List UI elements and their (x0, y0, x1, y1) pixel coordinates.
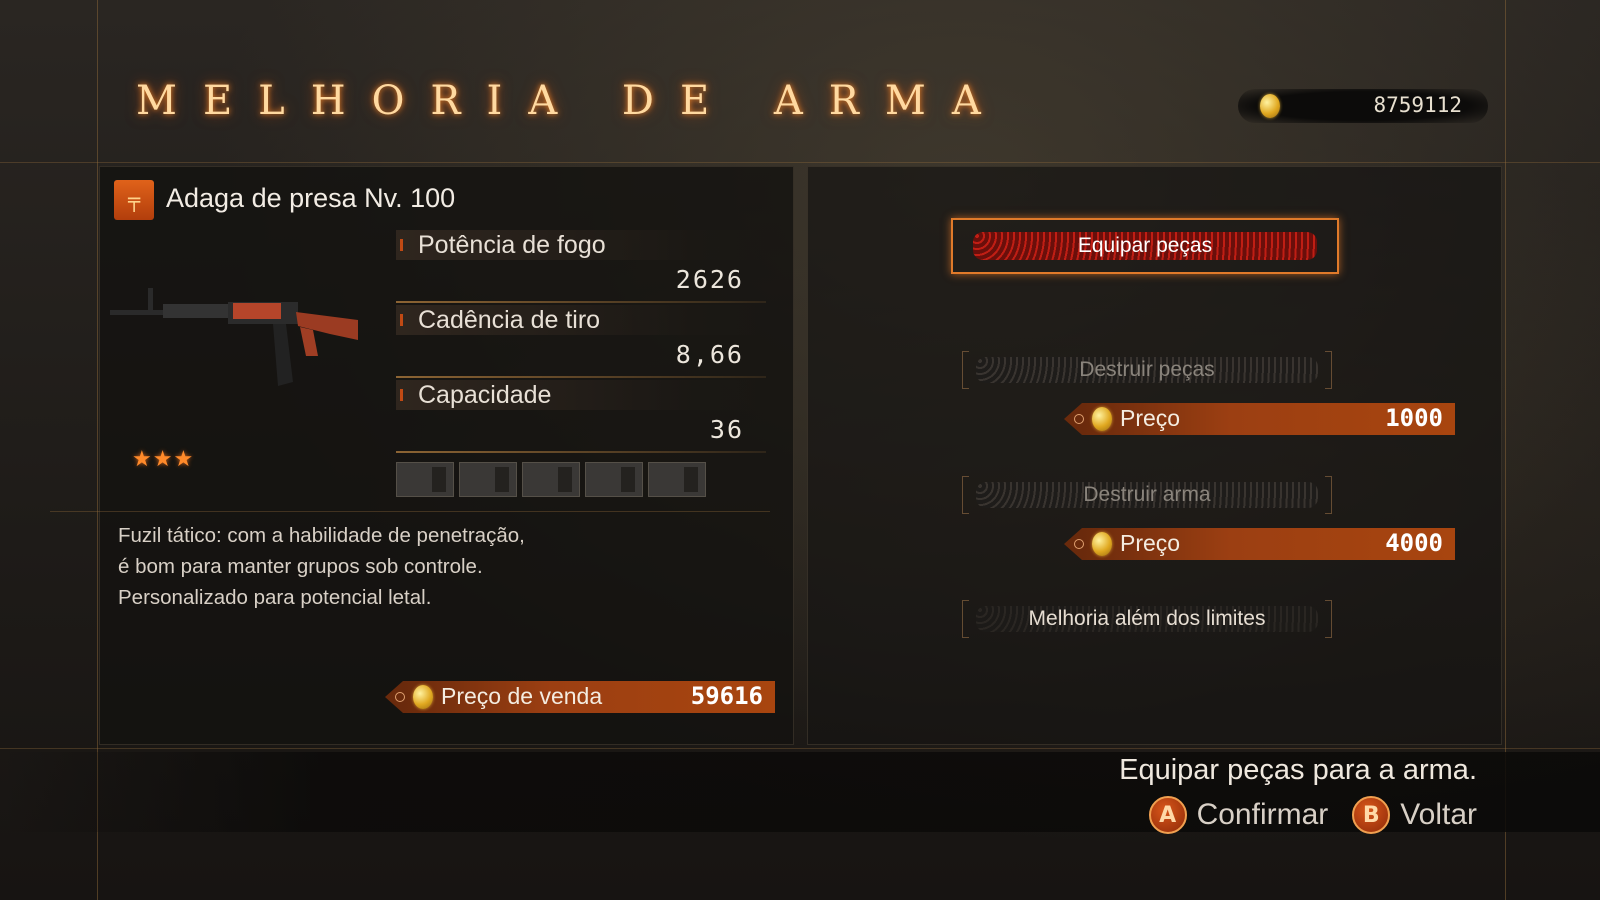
b-button-icon: B (1352, 796, 1391, 834)
weapon-name: Adaga de presa Nv. 100 (166, 183, 456, 213)
stat-divider (396, 451, 766, 453)
stat-divider (396, 301, 766, 303)
weapon-description: Fuzil tático: com a habilidade de penetr… (118, 520, 525, 613)
sale-price-tag: Preço de venda 59616 (385, 681, 775, 713)
price-label: Preço (1120, 530, 1181, 556)
frame-line-bottom (0, 748, 1600, 749)
stat-firepower: Potência de fogo (396, 230, 766, 260)
back-label: Voltar (1400, 798, 1477, 831)
frame-line-top (0, 162, 1600, 163)
coin-icon (1092, 532, 1112, 556)
part-slot (648, 462, 706, 497)
price-value: 1000 (1385, 404, 1443, 432)
confirm-label: Confirmar (1196, 798, 1329, 831)
part-slot (522, 462, 580, 497)
sale-price-value: 59616 (690, 682, 763, 710)
coin-icon (1092, 407, 1112, 431)
equip-parts-button[interactable]: Equipar peças (951, 218, 1339, 274)
page-title: MELHORIA DE ARMA (136, 78, 1007, 124)
description-divider (50, 511, 770, 512)
description-line: Personalizado para potencial letal. (118, 586, 432, 609)
part-slot (585, 462, 643, 497)
money-value: 8759112 (1373, 93, 1462, 117)
stat-value-fire-rate: 8,66 (675, 340, 744, 369)
confirm-prompt[interactable]: A Confirmar (1148, 796, 1329, 834)
description-line: é bom para manter grupos sob controle. (118, 555, 483, 578)
description-line: Fuzil tático: com a habilidade de penetr… (118, 524, 525, 547)
part-slots (396, 462, 706, 497)
price-value: 4000 (1385, 529, 1443, 557)
destroy-weapon-button[interactable]: Destruir arma (962, 476, 1332, 514)
destroy-parts-label: Destruir peças (1079, 358, 1215, 381)
back-prompt[interactable]: B Voltar (1352, 796, 1477, 834)
price-label: Preço (1120, 405, 1181, 431)
part-slot (396, 462, 454, 497)
stat-value-firepower: 2626 (675, 265, 744, 294)
stat-label: Potência de fogo (418, 231, 606, 259)
beyond-limits-label: Melhoria além dos limites (1028, 607, 1266, 630)
coin-icon (1260, 94, 1280, 118)
destroy-weapon-price-tag: Preço 4000 (1064, 528, 1455, 560)
rarity-stars: ★★★ (132, 447, 195, 472)
weapon-category-icon: ╤ (114, 180, 154, 220)
beyond-limits-button[interactable]: Melhoria além dos limites (962, 600, 1332, 638)
rifle-icon (110, 288, 358, 386)
part-slot (459, 462, 517, 497)
destroy-parts-price-tag: Preço 1000 (1064, 403, 1455, 435)
destroy-parts-button[interactable]: Destruir peças (962, 351, 1332, 389)
button-prompts: A Confirmar B Voltar (1148, 796, 1477, 834)
sale-price-label: Preço de venda (441, 683, 603, 709)
stat-capacity: Capacidade (396, 380, 766, 410)
stat-fire-rate: Cadência de tiro (396, 305, 766, 335)
stat-label: Cadência de tiro (418, 306, 601, 334)
help-text: Equipar peças para a arma. (1119, 754, 1477, 786)
destroy-weapon-label: Destruir arma (1083, 483, 1211, 506)
a-button-icon: A (1148, 796, 1187, 834)
stat-label: Capacidade (418, 381, 552, 409)
stat-divider (396, 376, 766, 378)
coin-icon (413, 685, 433, 709)
stat-value-capacity: 36 (709, 415, 744, 444)
money-display: 8759112 (1238, 89, 1488, 123)
equip-parts-label: Equipar peças (1077, 234, 1213, 257)
